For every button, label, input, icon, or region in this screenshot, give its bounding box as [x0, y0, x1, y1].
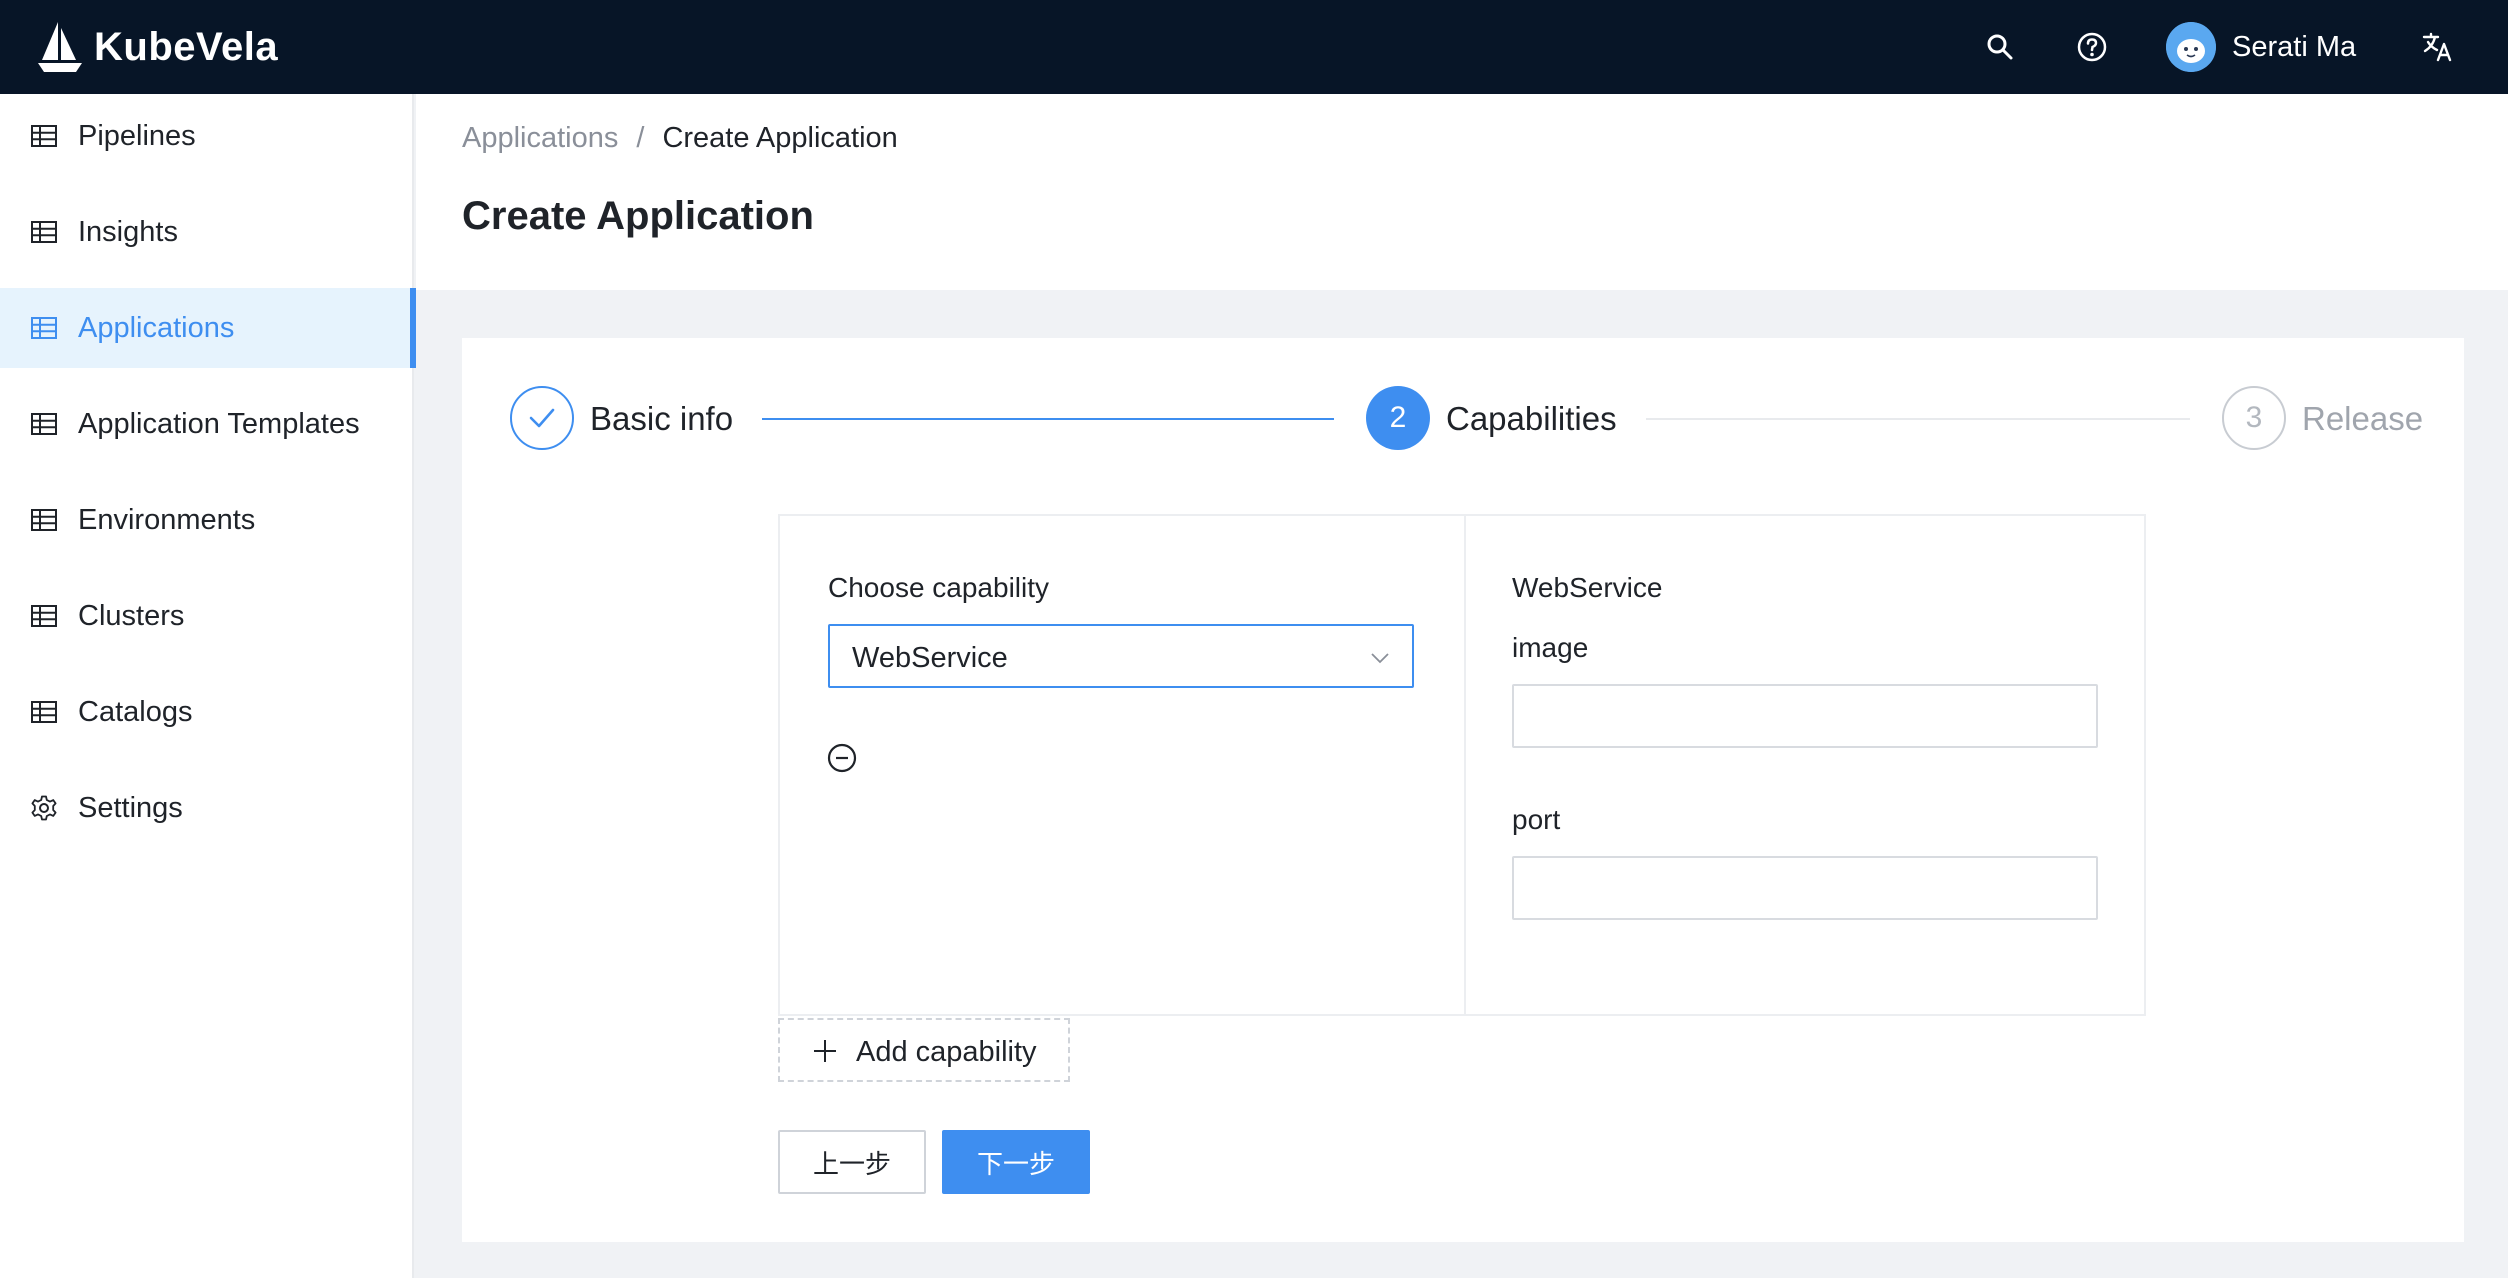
chevron-down-icon: [1371, 653, 1389, 664]
image-field-label: image: [1512, 632, 1589, 663]
next-step-button[interactable]: 下一步: [942, 1130, 1090, 1194]
sidebar-item-label: Clusters: [78, 599, 185, 632]
sidebar-item-catalogs[interactable]: Catalogs: [0, 672, 414, 752]
sidebar-item-label: Application Templates: [78, 407, 360, 440]
page-title: Create Application: [462, 194, 814, 238]
step-2-number: 2: [1366, 386, 1430, 450]
breadcrumb-applications-link[interactable]: Applications: [462, 122, 618, 155]
breadcrumb-separator: /: [636, 122, 645, 154]
port-field-label: port: [1512, 804, 1561, 835]
capability-select-value: WebService: [852, 642, 1008, 674]
help-circle-icon[interactable]: [2070, 25, 2114, 69]
kubevela-sail-icon: [36, 20, 84, 74]
add-capability-button[interactable]: Add capability: [778, 1018, 1070, 1082]
step-connector-pending: [1646, 418, 2190, 420]
table-icon: [31, 509, 57, 531]
port-input[interactable]: [1512, 856, 2098, 920]
user-menu[interactable]: Serati Ma: [2166, 20, 2356, 74]
sidebar-item-applications[interactable]: Applications: [0, 288, 416, 368]
add-capability-label: Add capability: [856, 1036, 1037, 1068]
sidebar-item-label: Settings: [78, 791, 183, 824]
search-icon[interactable]: [1978, 25, 2022, 69]
sidebar: Pipelines Insights Applications Applicat…: [0, 94, 416, 1278]
table-icon: [31, 221, 57, 243]
table-icon: [31, 413, 57, 435]
sidebar-item-pipelines[interactable]: Pipelines: [0, 96, 414, 176]
table-icon: [31, 125, 57, 147]
capability-panel: Choose capability WebService WebService …: [778, 514, 2146, 1016]
sidebar-item-label: Applications: [78, 311, 235, 344]
step-3-label: Release: [2302, 400, 2424, 437]
table-icon: [31, 605, 57, 627]
step-connector-done: [762, 418, 1334, 420]
plus-icon: [814, 1040, 836, 1062]
gear-icon: [31, 795, 57, 821]
step-3-number: 3: [2222, 386, 2286, 450]
capability-select[interactable]: WebService: [828, 624, 1414, 688]
sidebar-item-label: Environments: [78, 503, 256, 536]
choose-capability-label: Choose capability: [828, 572, 1050, 603]
sidebar-item-insights[interactable]: Insights: [0, 192, 414, 272]
table-icon: [31, 317, 57, 339]
image-input[interactable]: [1512, 684, 2098, 748]
sidebar-item-application-templates[interactable]: Application Templates: [0, 384, 414, 464]
avatar: [2166, 22, 2216, 72]
breadcrumb-current: Create Application: [662, 122, 898, 154]
step-2-label: Capabilities: [1446, 400, 1617, 437]
capability-detail-title: WebService: [1512, 572, 1663, 603]
logo[interactable]: KubeVela: [36, 18, 278, 76]
brand-name: KubeVela: [94, 24, 279, 69]
sidebar-item-environments[interactable]: Environments: [0, 480, 414, 560]
breadcrumb: Applications / Create Application: [462, 122, 898, 155]
sidebar-item-label: Catalogs: [78, 695, 193, 728]
user-name: Serati Ma: [2232, 30, 2357, 63]
panel-divider: [1464, 516, 1466, 1014]
step-1-check-icon: [510, 386, 574, 450]
step-1-label: Basic info: [590, 400, 734, 437]
sidebar-item-clusters[interactable]: Clusters: [0, 576, 414, 656]
create-application-card: Basic info 2 Capabilities 3 Release Choo…: [462, 338, 2464, 1242]
table-icon: [31, 701, 57, 723]
remove-circle-icon[interactable]: [826, 742, 858, 774]
sidebar-item-settings[interactable]: Settings: [0, 768, 414, 848]
sidebar-item-label: Pipelines: [78, 119, 196, 152]
translate-icon[interactable]: [2416, 25, 2460, 69]
sidebar-item-label: Insights: [78, 215, 178, 248]
page-header: Applications / Create Application Create…: [416, 94, 2508, 290]
top-bar: KubeVela Serati Ma: [0, 0, 2508, 94]
previous-step-button[interactable]: 上一步: [778, 1130, 926, 1194]
